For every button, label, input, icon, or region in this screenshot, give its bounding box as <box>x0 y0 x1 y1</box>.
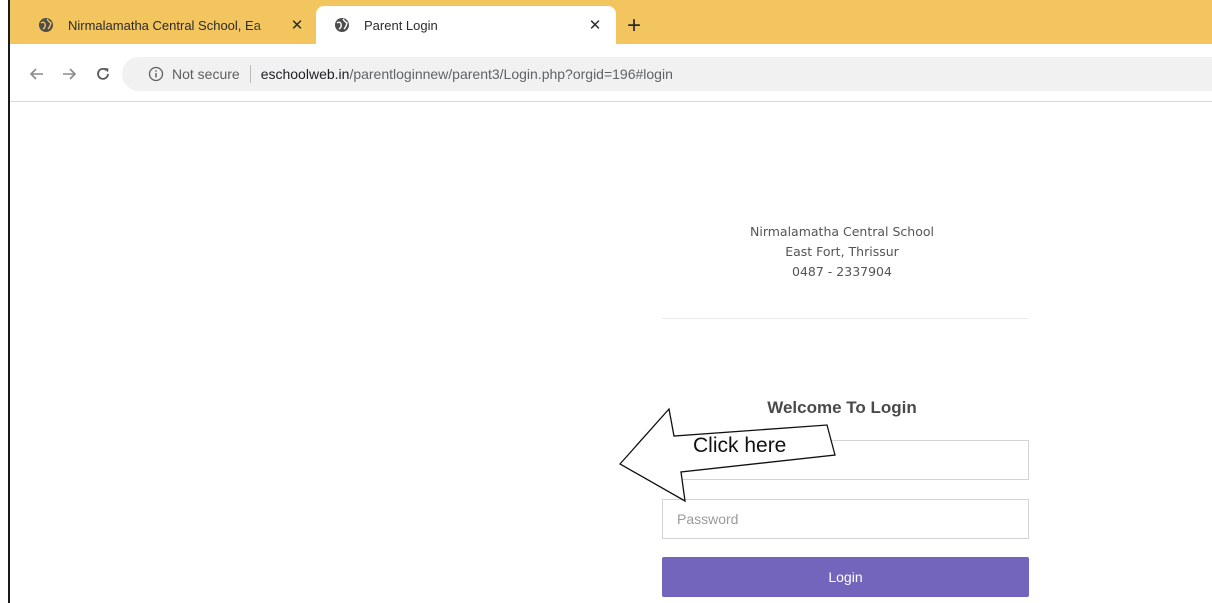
school-phone: 0487 - 2337904 <box>792 264 892 279</box>
tab-title: Nirmalamatha Central School, Ea <box>68 17 261 33</box>
globe-icon <box>335 18 349 32</box>
security-label: Not secure <box>172 66 240 82</box>
close-tab-icon[interactable]: ✕ <box>286 14 308 36</box>
browser-window: Nirmalamatha Central School, Ea ✕ Parent… <box>8 0 1212 603</box>
globe-icon <box>39 18 53 32</box>
school-info: Nirmalamatha Central School East Fort, T… <box>654 222 1030 282</box>
url-domain: eschoolweb.in <box>260 66 350 82</box>
url-path: /parentloginnew/parent3/Login.php?orgid=… <box>349 66 673 82</box>
tab-school[interactable]: Nirmalamatha Central School, Ea ✕ <box>18 6 318 44</box>
forward-arrow-icon[interactable] <box>58 63 80 85</box>
new-tab-button[interactable]: + <box>622 14 646 38</box>
address-separator <box>249 65 251 83</box>
divider <box>662 318 1029 319</box>
school-name: Nirmalamatha Central School <box>750 224 934 239</box>
tab-strip: Nirmalamatha Central School, Ea ✕ Parent… <box>10 0 1212 44</box>
annotation-text: Click here <box>693 434 787 457</box>
tab-title: Parent Login <box>364 17 438 33</box>
address-bar[interactable]: Not secure eschoolweb.in /parentloginnew… <box>122 57 1212 91</box>
back-arrow-icon[interactable] <box>26 63 48 85</box>
login-button[interactable]: Login <box>662 557 1029 597</box>
reload-icon[interactable] <box>92 63 114 85</box>
close-tab-icon[interactable]: ✕ <box>584 14 606 36</box>
tab-parent-login[interactable]: Parent Login ✕ <box>316 6 616 44</box>
school-address: East Fort, Thrissur <box>785 244 899 259</box>
browser-toolbar: Not secure eschoolweb.in /parentloginnew… <box>10 44 1212 102</box>
info-icon[interactable] <box>148 66 164 82</box>
